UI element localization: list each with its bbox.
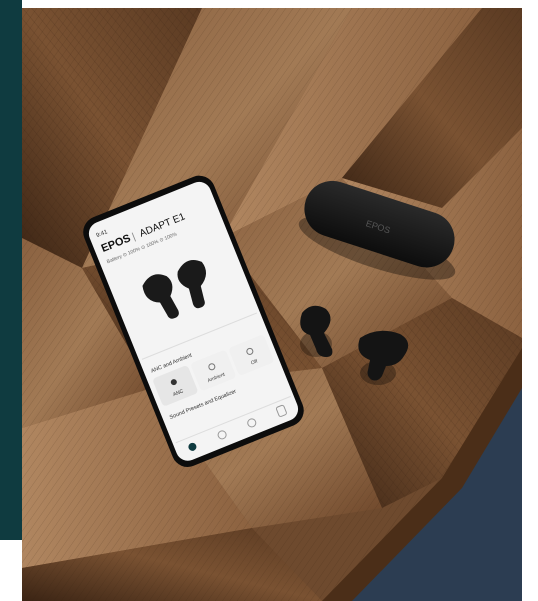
teal-side-panel [0,0,22,540]
product-photo-stage: EPOS 9:41 EPOS | ADAPT E1 Battery ⊙ 100%… [0,0,538,601]
photo-scene: EPOS 9:41 EPOS | ADAPT E1 Battery ⊙ 100%… [22,8,522,601]
product-photo: EPOS 9:41 EPOS | ADAPT E1 Battery ⊙ 100%… [22,8,522,601]
